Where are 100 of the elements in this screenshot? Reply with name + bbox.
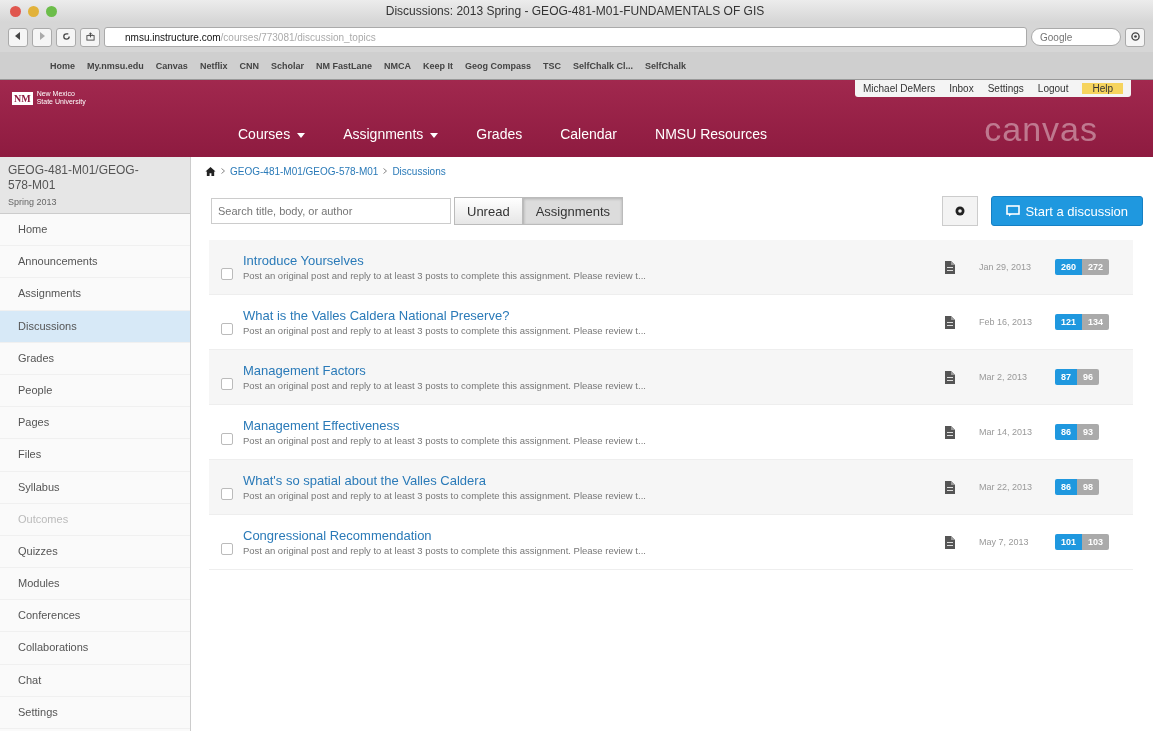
discussion-summary: Post an original post and reply to at least 3 posts to complete this assignment. Please review t...	[243, 545, 647, 556]
user-menu-link[interactable]: Inbox	[949, 83, 974, 94]
document-icon[interactable]	[945, 480, 955, 494]
bookmark-link[interactable]: Keep It	[422, 60, 453, 71]
sidebar-item[interactable]: Announcements	[0, 246, 190, 279]
sidebar-item[interactable]: Pages	[0, 407, 190, 440]
nav-menu-item[interactable]: Grades	[476, 126, 523, 142]
row-checkbox[interactable]	[221, 323, 233, 335]
reload-icon	[61, 31, 71, 41]
document-icon[interactable]	[945, 370, 955, 384]
bookmark-link[interactable]: NMCA	[383, 60, 411, 71]
unread-count-badge: 260	[1055, 259, 1083, 275]
discussion-summary: Post an original post and reply to at least 3 posts to complete this assignment. Please review t...	[243, 270, 647, 281]
nav-menu-item[interactable]: NMSU Resources	[655, 126, 768, 142]
sidebar-item[interactable]: Quizzes	[0, 535, 190, 569]
breadcrumb-link[interactable]: GEOG-481-M01/GEOG-578-M01	[230, 165, 379, 177]
bookmark-link[interactable]: My.nmsu.edu	[87, 60, 144, 71]
total-count-badge: 103	[1082, 534, 1110, 550]
sidebar-item[interactable]: Assignments	[0, 278, 190, 311]
document-icon[interactable]	[945, 260, 955, 274]
user-menu-link[interactable]: Michael DeMers	[862, 83, 936, 94]
unread-count-badge: 121	[1055, 314, 1083, 330]
forward-arrow-icon	[38, 32, 46, 40]
bookmark-link[interactable]: SelfChalk	[645, 60, 686, 71]
due-date: Feb 16, 2013	[979, 317, 1034, 327]
search-field[interactable]: Search title, body, or author	[211, 198, 451, 224]
sidebar-item[interactable]: Discussions	[0, 310, 190, 343]
bookmark-link[interactable]: Netflix	[199, 60, 228, 71]
sidebar-item[interactable]: Grades	[0, 342, 190, 375]
bookmark-link[interactable]: SelfChalk Cl...	[572, 60, 633, 71]
discussion-row[interactable]: Management Factors Post an original post and reply to at least 3 posts to complete this assignment. Please review t... Mar 2, 2013 87 96	[209, 350, 1133, 405]
bookmark-link[interactable]: TSC	[542, 60, 561, 71]
sidebar-item[interactable]: Collaborations	[0, 632, 190, 665]
row-checkbox[interactable]	[221, 488, 233, 500]
row-checkbox[interactable]	[221, 543, 233, 555]
bookmark-link[interactable]: Geog Compass	[464, 60, 531, 71]
reload-button[interactable]	[56, 27, 76, 47]
bookmark-link[interactable]: Home	[50, 60, 75, 71]
sidebar-item[interactable]: Home	[0, 214, 190, 247]
share-button[interactable]	[80, 27, 100, 47]
discussion-title-link[interactable]: Management Effectiveness	[243, 418, 945, 433]
row-checkbox[interactable]	[221, 433, 233, 445]
discussion-summary: Post an original post and reply to at least 3 posts to complete this assignment. Please review t...	[243, 325, 647, 336]
bookmark-link[interactable]: Canvas	[155, 60, 188, 71]
discussion-row[interactable]: What's so spatial about the Valles Caldera Post an original post and reply to at least 3 posts to complete this assignment. Please review t... Mar 22, 2013 86 98	[209, 460, 1133, 515]
downloads-button[interactable]	[1125, 27, 1145, 47]
user-menu-link[interactable]: Help	[1082, 83, 1123, 94]
document-icon[interactable]	[945, 535, 955, 549]
sidebar-item[interactable]: Conferences	[0, 600, 190, 633]
bookmark-link[interactable]: CNN	[239, 60, 259, 71]
discussion-summary: Post an original post and reply to at least 3 posts to complete this assignment. Please review t...	[243, 435, 647, 446]
breadcrumb-link[interactable]: Discussions	[392, 165, 446, 177]
sidebar-item[interactable]: Modules	[0, 568, 190, 601]
brand-logo-text: canvas	[984, 110, 1098, 149]
logo-mark[interactable]: NM	[12, 91, 33, 105]
caret-icon	[430, 132, 439, 138]
discussion-title-link[interactable]: Congressional Recommendation	[243, 528, 945, 543]
sidebar-item[interactable]: People	[0, 374, 190, 408]
browser-search-field[interactable]: Google	[1031, 28, 1121, 46]
due-date: Mar 2, 2013	[979, 372, 1029, 382]
row-checkbox[interactable]	[221, 378, 233, 390]
nav-menu-item[interactable]: Assignments	[343, 126, 439, 142]
discussion-row[interactable]: Introduce Yourselves Post an original post and reply to at least 3 posts to complete this assignment. Please review t... Jan 29, 2013 260 272	[209, 240, 1133, 295]
unread-count-badge: 86	[1055, 424, 1077, 440]
due-date: Mar 22, 2013	[979, 482, 1034, 492]
nav-menu-item[interactable]: Courses	[238, 126, 306, 142]
discussion-title-link[interactable]: Introduce Yourselves	[243, 253, 945, 268]
nav-menu-item[interactable]: Calendar	[560, 126, 618, 142]
filter-toggle-button[interactable]: Unread	[454, 197, 523, 225]
window-title: Discussions: 2013 Spring - GEOG-481-M01-FUNDAMENTALS OF GIS	[384, 4, 766, 18]
due-date: May 7, 2013	[979, 537, 1030, 547]
close-button[interactable]	[10, 5, 21, 17]
home-icon[interactable]	[205, 165, 216, 177]
back-button[interactable]	[8, 27, 28, 47]
sidebar-item[interactable]: Files	[0, 439, 190, 472]
document-icon[interactable]	[945, 425, 955, 439]
sidebar-item[interactable]: Chat	[0, 664, 190, 697]
share-icon	[85, 31, 95, 41]
user-menu-link[interactable]: Logout	[1037, 83, 1069, 94]
sidebar-item[interactable]: Settings	[0, 696, 190, 729]
bookmark-link[interactable]: NM FastLane	[315, 60, 372, 71]
filter-toggle-button[interactable]: Assignments	[522, 197, 624, 225]
settings-button[interactable]	[942, 196, 979, 226]
document-icon[interactable]	[945, 315, 955, 329]
total-count-badge: 134	[1082, 314, 1110, 330]
bookmark-link[interactable]: Scholar	[270, 60, 304, 71]
discussion-title-link[interactable]: What's so spatial about the Valles Caldera	[243, 473, 945, 488]
due-date: Mar 14, 2013	[979, 427, 1034, 437]
course-name[interactable]: GEOG-481-M01/GEOG-578-M01	[8, 163, 143, 193]
user-menu-link[interactable]: Settings	[987, 83, 1024, 94]
discussion-title-link[interactable]: What is the Valles Caldera National Preserve?	[243, 308, 945, 323]
sidebar-item[interactable]: Syllabus	[0, 471, 190, 504]
address-field[interactable]: nmsu.instructure.com/courses/773081/discussion_topics	[104, 27, 1027, 47]
discussion-row[interactable]: Congressional Recommendation Post an original post and reply to at least 3 posts to complete this assignment. Please review t... May 7, 2013 101 103	[209, 515, 1133, 570]
course-term: Spring 2013	[8, 197, 58, 207]
unread-count-badge: 101	[1055, 534, 1083, 550]
unread-count-badge: 86	[1055, 479, 1077, 495]
discussion-title-link[interactable]: Management Factors	[243, 363, 945, 378]
chevron-icon	[383, 168, 388, 174]
row-checkbox[interactable]	[221, 268, 233, 280]
